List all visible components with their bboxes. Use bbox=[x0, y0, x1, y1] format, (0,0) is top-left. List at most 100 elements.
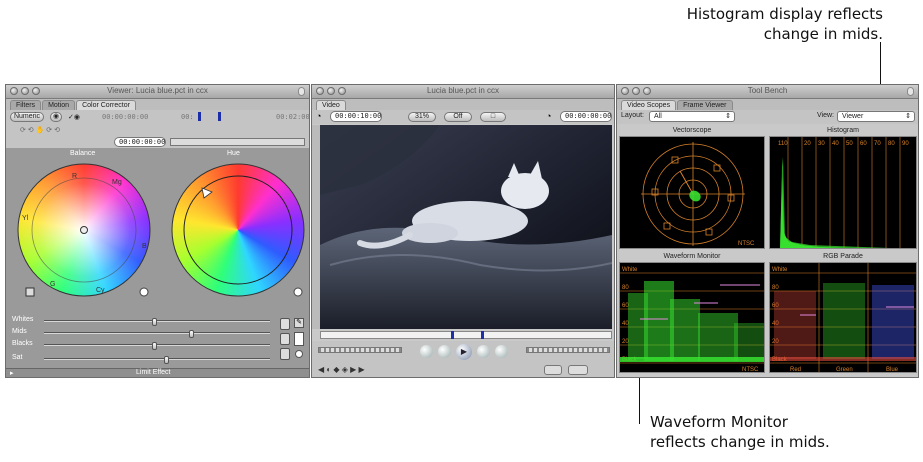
view-popup[interactable]: Viewer ⇕ bbox=[837, 111, 915, 122]
tab-frame-viewer[interactable]: Frame Viewer bbox=[677, 100, 733, 110]
tab-color-corrector[interactable]: Color Corrector bbox=[76, 100, 136, 110]
visibility-check-icon[interactable]: ✓◉ bbox=[68, 113, 80, 121]
play-button[interactable]: ▶ bbox=[456, 344, 472, 360]
toolbench-title: Tool Bench bbox=[747, 86, 788, 95]
viewer-tabs: Filters Motion Color Corrector bbox=[6, 99, 309, 110]
overwrite-button[interactable] bbox=[568, 365, 588, 375]
histogram-tick-1: 20 bbox=[804, 141, 811, 147]
match-color-button[interactable] bbox=[295, 350, 303, 358]
mids-slider[interactable]: Mids bbox=[12, 328, 274, 338]
tab-video[interactable]: Video bbox=[316, 100, 346, 110]
timecode-start: 00:00:00:00 bbox=[102, 113, 149, 121]
wheel-label-r: R bbox=[72, 173, 77, 180]
vectorscope-title: Vectorscope bbox=[672, 127, 712, 134]
viewer-titlebar[interactable]: Viewer: Lucia blue.pct in ccx bbox=[6, 85, 309, 99]
timecode-mid: 00: bbox=[181, 113, 194, 121]
canvas-in-marker[interactable] bbox=[451, 331, 454, 339]
auto-black-button[interactable] bbox=[280, 348, 290, 360]
parade-white-label: White bbox=[772, 267, 788, 273]
playhead-timecode[interactable]: 00:00:00:00 bbox=[114, 137, 166, 147]
shuttle-control[interactable] bbox=[318, 347, 402, 353]
key-icons[interactable]: ⟳ ⟲ ✋ ⟳ ⟲ bbox=[20, 126, 60, 134]
canvas-titlebar[interactable]: Lucia blue.pct in ccx bbox=[312, 85, 614, 99]
viewer-scrubber[interactable] bbox=[170, 138, 305, 146]
layout-popup-value: All bbox=[654, 113, 662, 120]
waveform-display: White 80 60 40 20 Black NTSC bbox=[619, 262, 765, 373]
waveform-scale-80: 80 bbox=[622, 285, 629, 291]
histogram-tick-6: 70 bbox=[874, 141, 881, 147]
sat-label: Sat bbox=[12, 354, 23, 361]
parade-red-label: Red bbox=[790, 367, 801, 373]
view-options-popup[interactable]: □ bbox=[480, 112, 506, 122]
tab-video-scopes[interactable]: Video Scopes bbox=[621, 100, 677, 110]
wheel-label-cy: Cy bbox=[96, 287, 105, 294]
limit-effect-bar[interactable]: ▸ Limit Effect bbox=[6, 368, 309, 377]
match-frame-button[interactable] bbox=[544, 365, 562, 375]
go-to-out-button[interactable] bbox=[495, 345, 508, 358]
canvas-left-strip bbox=[312, 125, 320, 329]
toolbar-toggle-button[interactable] bbox=[298, 87, 305, 96]
limit-effect-label: Limit Effect bbox=[136, 369, 171, 376]
settings-button[interactable]: ◉ bbox=[50, 112, 62, 122]
canvas-duration-timecode[interactable]: 00:00:10:00 bbox=[330, 111, 382, 122]
in-marker[interactable] bbox=[198, 112, 201, 121]
slider-thumb[interactable] bbox=[152, 318, 158, 326]
auto-contrast-button[interactable] bbox=[280, 333, 290, 345]
play-in-to-out-button[interactable] bbox=[438, 345, 451, 358]
histogram-callout-line1: Histogram display reflects bbox=[686, 5, 883, 23]
mids-label: Mids bbox=[12, 328, 27, 335]
rgb-parade-title: RGB Parade bbox=[823, 253, 863, 260]
out-marker[interactable] bbox=[218, 112, 221, 121]
numeric-button[interactable]: Numeric bbox=[10, 112, 44, 122]
cc-body: Balance Hue R Mg Yl B G Cy Whites Mids B… bbox=[6, 148, 309, 377]
histogram-title: Histogram bbox=[827, 127, 859, 134]
blacks-slider[interactable]: Blacks bbox=[12, 340, 274, 350]
slider-thumb[interactable] bbox=[163, 356, 169, 364]
tab-motion[interactable]: Motion bbox=[42, 100, 76, 110]
tab-filters[interactable]: Filters bbox=[10, 100, 42, 110]
slider-thumb[interactable] bbox=[188, 330, 194, 338]
scopes-toolbar: Layout: All ⇕ View: Viewer ⇕ bbox=[617, 110, 918, 124]
waveform-callout-leader bbox=[639, 372, 640, 424]
balance-reset-button[interactable] bbox=[139, 287, 149, 297]
canvas-video-frame[interactable] bbox=[320, 125, 612, 329]
histogram-display: 110 20 30 40 50 60 70 80 90 bbox=[769, 136, 917, 249]
toolbench-titlebar[interactable]: Tool Bench bbox=[617, 85, 918, 99]
toolbar-toggle-button[interactable] bbox=[907, 87, 914, 96]
mark-buttons[interactable]: ◀ ◐ ◆ ◈ ▶ ▶ bbox=[318, 365, 378, 375]
view-label: View: bbox=[817, 112, 834, 119]
parade-scale-80: 80 bbox=[772, 285, 779, 291]
canvas-current-timecode[interactable]: 00:00:00:00 bbox=[560, 111, 612, 122]
sat-slider[interactable]: Sat bbox=[12, 354, 274, 364]
canvas-window: Lucia blue.pct in ccx Video ◔ 00:00:10:0… bbox=[311, 84, 615, 378]
jog-control[interactable] bbox=[526, 347, 610, 353]
popup-arrows-icon: ⇕ bbox=[905, 113, 911, 120]
canvas-scrubber[interactable] bbox=[320, 331, 612, 339]
overlay-popup[interactable]: Off bbox=[444, 112, 472, 122]
parade-green-label: Green bbox=[836, 367, 853, 373]
current-timecode-clock-icon: ◔ bbox=[546, 111, 552, 121]
eyedropper-icon[interactable]: ✎ bbox=[294, 318, 304, 328]
auto-white-button[interactable] bbox=[280, 318, 290, 330]
color-wheels: R Mg Yl B G Cy bbox=[17, 163, 305, 297]
select-auto-balance-button[interactable] bbox=[25, 287, 35, 297]
hue-reset-button[interactable] bbox=[293, 287, 303, 297]
slider-thumb[interactable] bbox=[152, 342, 158, 350]
go-to-in-button[interactable] bbox=[420, 345, 433, 358]
canvas-toolbar: ◔ 00:00:10:00 31% Off □ ◔ 00:00:00:00 bbox=[312, 110, 614, 124]
canvas-out-marker[interactable] bbox=[481, 331, 484, 339]
waveform-title: Waveform Monitor bbox=[663, 253, 721, 260]
hue-wheel[interactable] bbox=[172, 164, 304, 296]
layout-label: Layout: bbox=[621, 112, 644, 119]
layout-popup[interactable]: All ⇕ bbox=[649, 111, 735, 122]
waveform-white-label: White bbox=[622, 267, 638, 273]
hue-label: Hue bbox=[227, 150, 240, 157]
whites-slider[interactable]: Whites bbox=[12, 316, 274, 326]
zoom-popup[interactable]: 31% bbox=[408, 112, 436, 122]
match-color-swatch[interactable] bbox=[294, 332, 304, 346]
wheel-label-g: G bbox=[50, 281, 55, 288]
balance-center-handle[interactable] bbox=[80, 226, 88, 234]
histogram-tick-5: 60 bbox=[860, 141, 867, 147]
play-around-button[interactable] bbox=[477, 345, 490, 358]
popup-arrows-icon: ⇕ bbox=[725, 113, 731, 120]
